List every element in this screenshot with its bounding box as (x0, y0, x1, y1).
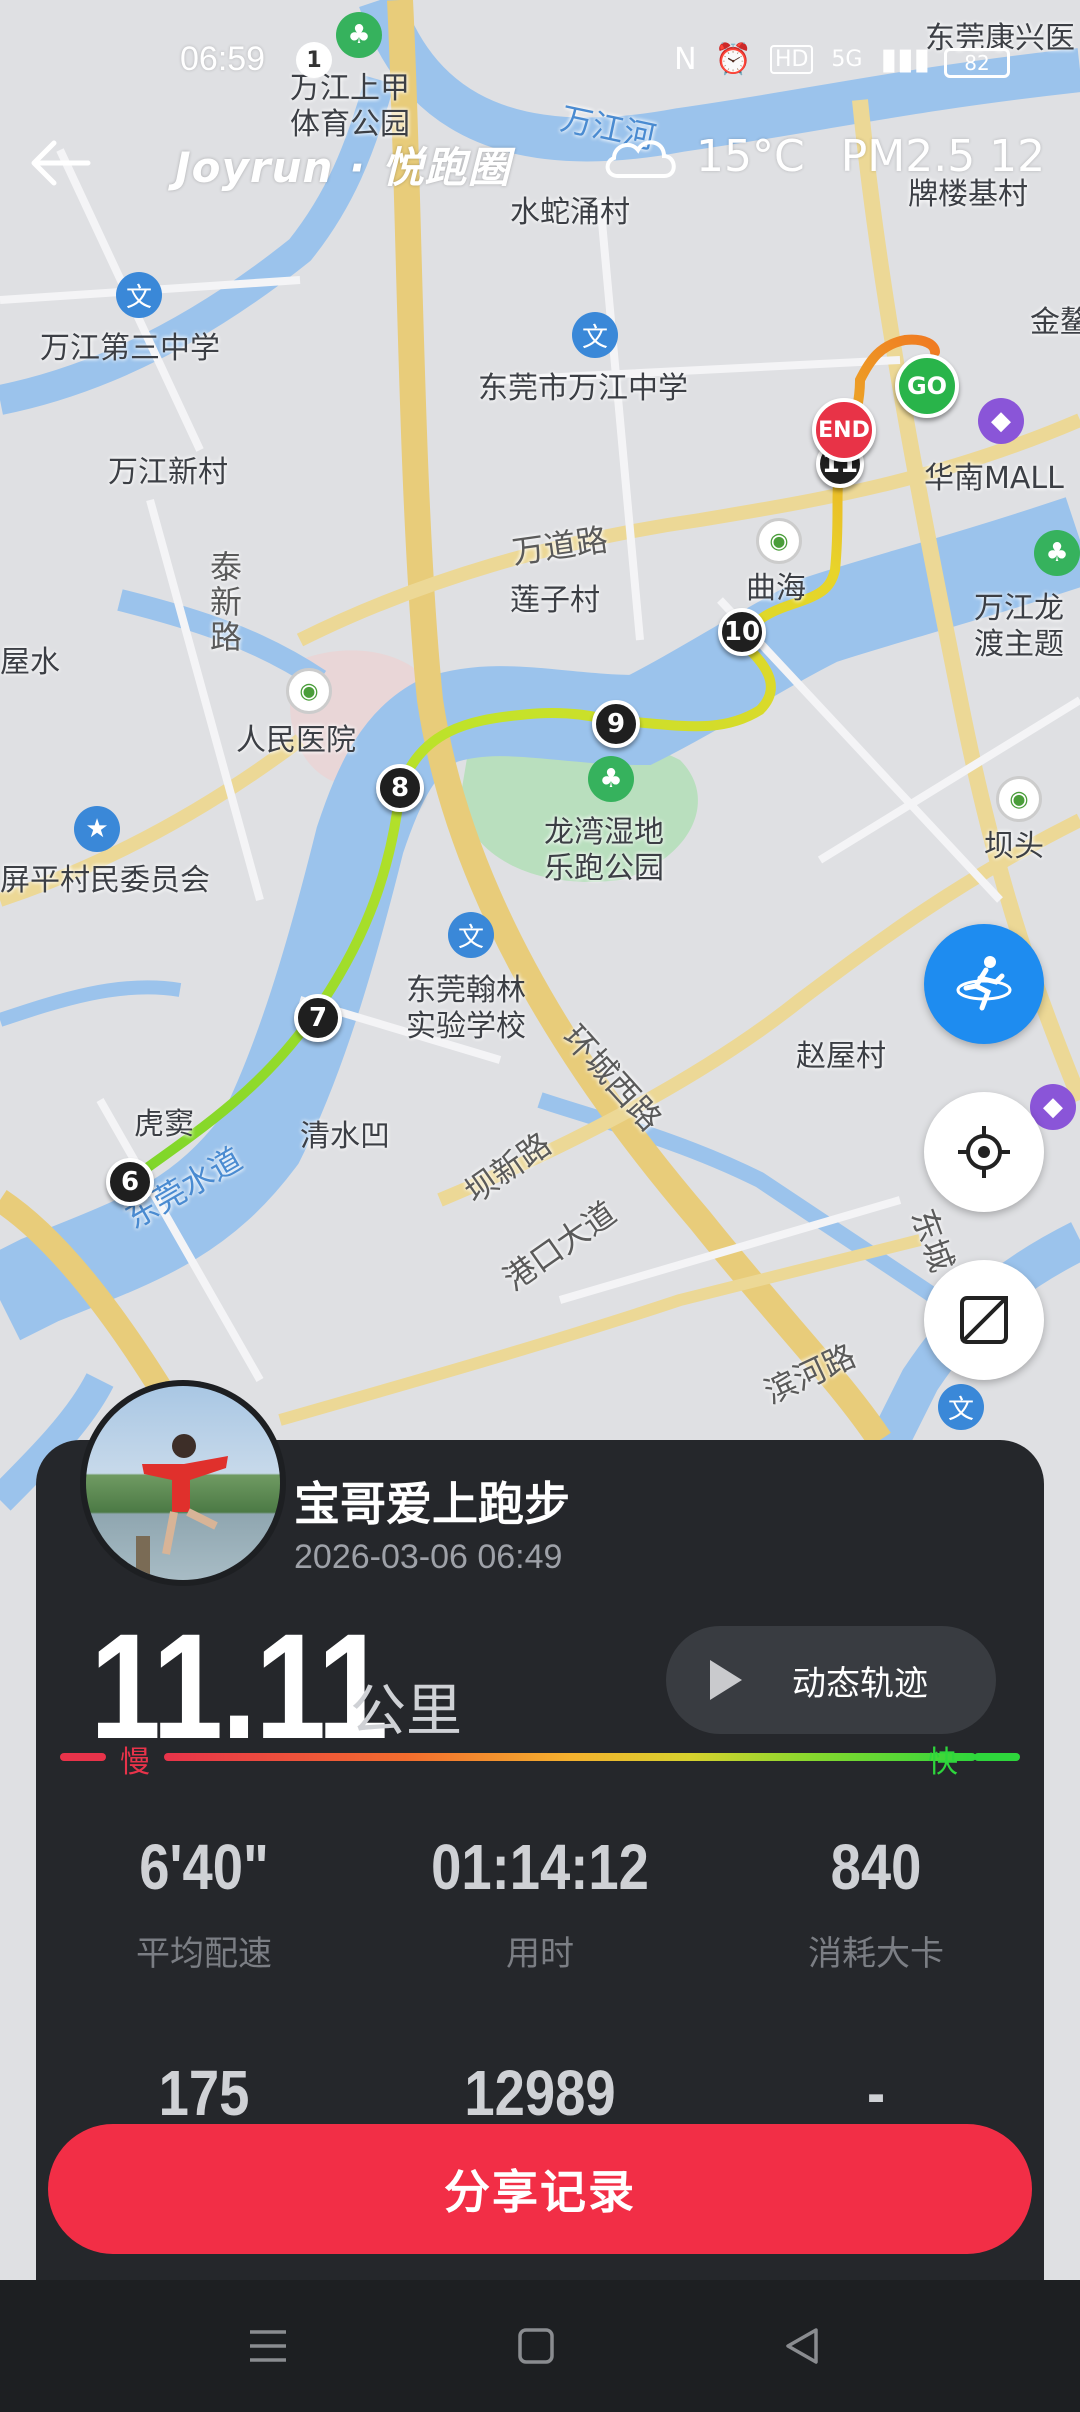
runner-mode-button[interactable] (924, 924, 1044, 1044)
gov-poi-icon: ★ (74, 806, 120, 852)
end-marker[interactable]: END (812, 398, 876, 462)
brand-logo: Joyrun · 悦跑圈 (175, 143, 511, 192)
back-triangle-icon (786, 2328, 818, 2364)
map-label: 万江龙 (974, 591, 1064, 626)
fast-label: 快 (928, 1745, 958, 1780)
avatar-photo (86, 1386, 280, 1580)
school-poi-icon: 文 (938, 1384, 984, 1430)
distance-unit: 公里 (350, 1679, 462, 1744)
home-button[interactable] (496, 2316, 576, 2376)
mall-poi-icon: ◆ (978, 398, 1024, 444)
map-label: 万江新村 (108, 455, 228, 490)
stat-value: 01:14:12 (431, 1831, 649, 1903)
stat-value: - (866, 2057, 886, 2129)
park-poi-icon: ♣ (588, 756, 634, 802)
stat-steps: 12989 (380, 2056, 700, 2130)
stat-value: 6'40" (139, 1831, 269, 1903)
landmark-poi-icon: ◉ (996, 776, 1042, 822)
notification-badge: 1 (296, 42, 332, 78)
locate-icon (958, 1126, 1010, 1178)
status-bar: 06:59 1 N ⏰ HD 5G ▮▮▮ 82 (0, 30, 1080, 90)
fullscreen-icon (960, 1296, 1008, 1344)
km-marker[interactable]: 9 (592, 700, 640, 748)
map-label: 东莞市万江中学 (478, 371, 688, 406)
km-marker[interactable]: 8 (376, 764, 424, 812)
pace-bar-left (60, 1753, 106, 1761)
map-label: 清水凹 (300, 1119, 390, 1154)
map-label: 万江第三中学 (40, 331, 220, 366)
status-time: 06:59 (180, 40, 266, 78)
km-marker[interactable]: 10 (718, 608, 766, 656)
cloud-icon (605, 140, 676, 178)
air-quality: PM2.5 12 (840, 130, 1046, 182)
stat-label: 用时 (506, 1934, 574, 1974)
temperature: 15°C (696, 130, 805, 182)
locate-button[interactable] (924, 1092, 1044, 1212)
stat-extra: - (716, 2056, 1036, 2130)
avatar[interactable] (80, 1380, 286, 1586)
battery-icon: 82 (944, 48, 1010, 78)
map-label: 屋水 (0, 645, 60, 680)
menu-icon (250, 2330, 286, 2362)
slow-label: 慢 (120, 1745, 150, 1780)
school-poi-icon: 文 (116, 272, 162, 318)
share-record-button[interactable]: 分享记录 (48, 2124, 1032, 2254)
map-label: 屏平村民委员会 (0, 863, 210, 898)
map-label: 莲子村 (510, 583, 600, 618)
map-label: 人民医院 (236, 723, 356, 758)
back-button[interactable] (20, 128, 100, 198)
stat-label: 平均配速 (136, 1934, 272, 1974)
stat-value: 840 (830, 1831, 922, 1903)
landmark-poi-icon: ◉ (286, 668, 332, 714)
back-nav-button[interactable] (762, 2316, 842, 2376)
pace-gradient-bar (164, 1753, 976, 1761)
home-icon (518, 2328, 554, 2364)
weather-info: 15°C PM2.5 12 (600, 130, 1045, 182)
school-poi-icon: 文 (448, 912, 494, 958)
play-icon (710, 1660, 742, 1700)
map-label: 龙湾湿地 (544, 815, 664, 850)
run-datetime: 2026-03-06 06:49 (294, 1538, 563, 1576)
map-label: 金鳌 (1030, 305, 1080, 340)
signal-icon: ▮▮▮ (880, 42, 930, 77)
stat-duration: 01:14:12 用时 (380, 1830, 700, 1975)
map-label: 乐跑公园 (544, 851, 664, 886)
map-label: 实验学校 (406, 1009, 526, 1044)
back-arrow-icon (31, 140, 91, 186)
landmark-poi-icon: ◉ (756, 518, 802, 564)
map-label: 渡主题 (974, 627, 1064, 662)
pace-bar-right (974, 1753, 1020, 1761)
stat-average-pace: 6'40" 平均配速 (44, 1830, 364, 1975)
username: 宝哥爱上跑步 (294, 1477, 570, 1531)
km-marker[interactable]: 7 (294, 994, 342, 1042)
runner-icon (956, 956, 1012, 1011)
map-label: 坝头 (984, 829, 1044, 864)
map-label: 华南MALL (924, 461, 1064, 496)
school-poi-icon: 文 (572, 312, 618, 358)
km-marker[interactable]: 6 (106, 1158, 154, 1206)
map-label: 曲海 (746, 571, 806, 606)
stat-label: 消耗大卡 (808, 1934, 944, 1974)
stat-calories: 840 消耗大卡 (716, 1830, 1036, 1975)
5g-signal-icon: 5G (831, 47, 863, 72)
park-poi-icon: ♣ (1034, 530, 1080, 576)
stat-value: 12989 (464, 2057, 616, 2129)
map-label: 东莞翰林 (406, 973, 526, 1008)
menu-button[interactable] (228, 2316, 308, 2376)
fullscreen-button[interactable] (924, 1260, 1044, 1380)
nfc-icon: N (674, 42, 697, 77)
map-label: 虎窦 (134, 1107, 194, 1142)
system-nav-bar (0, 2280, 1080, 2412)
alarm-icon: ⏰ (714, 42, 752, 77)
start-marker[interactable]: GO (895, 354, 959, 418)
stat-value: 175 (158, 2057, 250, 2129)
dynamic-track-label: 动态轨迹 (792, 1663, 928, 1704)
pace-legend: 慢 快 (60, 1745, 1020, 1780)
stat-cadence: 175 (44, 2056, 364, 2130)
header: Joyrun · 悦跑圈 15°C PM2.5 12 (0, 120, 1080, 210)
dynamic-track-button[interactable]: 动态轨迹 (666, 1626, 996, 1734)
map-label: 泰新路 (210, 548, 243, 657)
hd-icon: HD (769, 45, 814, 74)
map-label: 赵屋村 (796, 1039, 886, 1074)
